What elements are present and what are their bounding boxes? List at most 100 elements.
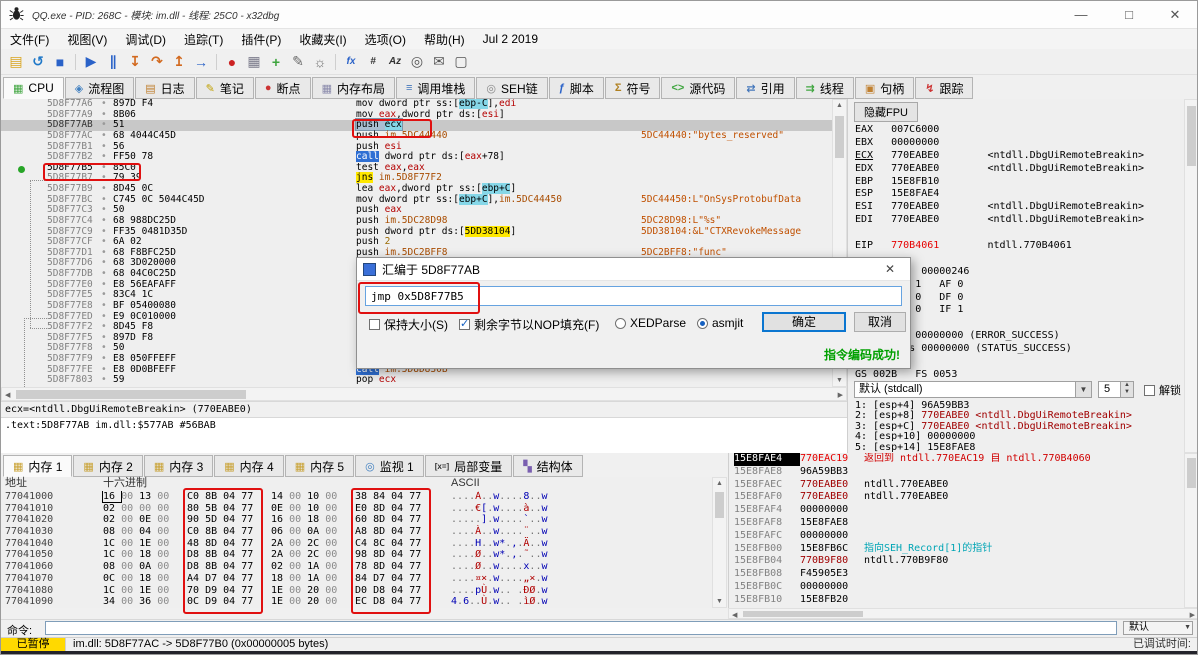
- tab-references[interactable]: ⇄ 引用: [736, 77, 795, 99]
- menu-item-5[interactable]: 收藏夹(I): [290, 29, 355, 50]
- tab-watch-1[interactable]: ◎ 监视 1: [355, 455, 424, 477]
- step-over-icon[interactable]: ↷: [146, 51, 168, 73]
- dump-row[interactable]: 77041060 08 00 0A 00 D8 8B 04 77 02 00 1A…: [1, 561, 712, 573]
- stack-row[interactable]: 15E8FB08 F45905E3: [729, 568, 1184, 581]
- dump-row[interactable]: 77041000 16 00 13 00 C0 8B 04 77 14 00 10…: [1, 491, 712, 503]
- stack-row[interactable]: 15E8FAF4 00000000: [729, 504, 1184, 517]
- tab-dump-5[interactable]: ▦ 内存 5: [284, 455, 355, 477]
- stack-row[interactable]: 15E8FB0C 00000000: [729, 581, 1184, 594]
- tab-dump-2[interactable]: ▦ 内存 2: [73, 455, 143, 477]
- run-to-cursor-icon[interactable]: →: [190, 51, 212, 73]
- register-line[interactable]: EBP 15E8FB10: [848, 176, 1184, 189]
- stack-row[interactable]: 15E8FB00 15E8FB6C 指向SEH_Record[1]的指针: [729, 543, 1184, 556]
- tab-handles[interactable]: ▣ 句柄: [854, 77, 915, 99]
- asmjit-radio[interactable]: asmjit: [697, 316, 743, 330]
- assemble-instruction-input[interactable]: [365, 286, 902, 306]
- dump-row[interactable]: 77041030 08 00 04 00 C0 8B 04 77 06 00 0A…: [1, 526, 712, 538]
- assemble-icon[interactable]: fx: [340, 51, 362, 73]
- menu-item-6[interactable]: 选项(O): [356, 29, 415, 50]
- dump-scrollbar[interactable]: ▲ ▼: [712, 477, 727, 608]
- run-icon[interactable]: ▶: [80, 51, 102, 73]
- register-line[interactable]: GS 002B FS 0053: [848, 369, 1184, 382]
- disasm-row[interactable]: 5D8F77A9 • 8B06 mov eax,dword ptr ds:[esi]: [1, 109, 832, 121]
- menu-item-7[interactable]: 帮助(H): [415, 29, 474, 50]
- nop-fill-checkbox[interactable]: 剩余字节以NOP填充(F): [459, 316, 599, 333]
- tab-source[interactable]: <> 源代码: [661, 77, 736, 99]
- ok-button[interactable]: 确定: [762, 312, 846, 332]
- tab-cpu[interactable]: ▦ CPU: [3, 77, 64, 99]
- maximize-button[interactable]: □: [1107, 1, 1151, 29]
- hide-fpu-button[interactable]: 隐藏FPU: [854, 102, 918, 122]
- register-line[interactable]: EDI 770EABE0 <ntdll.DbgUiRemoteBreakin>: [848, 214, 1184, 227]
- tab-call-stack[interactable]: ≡ 调用堆栈: [395, 77, 476, 99]
- stack-row[interactable]: 15E8FAE8 96A59BB3: [729, 466, 1184, 479]
- stack-row[interactable]: 15E8FAF0 770EABE0 ntdll.770EABE0: [729, 491, 1184, 504]
- register-line[interactable]: ESP 15E8FAE4: [848, 188, 1184, 201]
- memory-dump-view[interactable]: 77041000 16 00 13 00 C0 8B 04 77 14 00 10…: [1, 491, 712, 608]
- pause-icon[interactable]: ∥: [102, 51, 124, 73]
- tab-dump-4[interactable]: ▦ 内存 4: [214, 455, 284, 477]
- step-into-icon[interactable]: ↧: [124, 51, 146, 73]
- tab-trace[interactable]: ↯ 跟踪: [915, 77, 974, 99]
- tab-symbols[interactable]: Σ 符号: [604, 77, 661, 99]
- minimize-button[interactable]: —: [1059, 1, 1103, 29]
- hash-icon[interactable]: #: [362, 51, 384, 73]
- patch-icon[interactable]: +: [265, 51, 287, 73]
- xedparse-radio[interactable]: XEDParse: [615, 316, 686, 330]
- dialog-close-icon[interactable]: ✕: [876, 262, 904, 276]
- tab-locals[interactable]: [x=] 局部变量: [424, 455, 513, 477]
- snapshot-icon[interactable]: ▢: [450, 51, 472, 73]
- stack-row[interactable]: 15E8FB04 770B9F80 ntdll.770B9F80: [729, 555, 1184, 568]
- menu-item-8[interactable]: Jul 2 2019: [474, 30, 547, 48]
- stack-row[interactable]: 15E8FAF8 15E8FAE8: [729, 517, 1184, 530]
- memory-map-icon[interactable]: ▦: [243, 51, 265, 73]
- menu-item-0[interactable]: 文件(F): [1, 29, 58, 50]
- menu-item-2[interactable]: 调试(D): [116, 29, 175, 50]
- unlock-checkbox[interactable]: 解锁: [1144, 382, 1181, 398]
- cancel-button[interactable]: 取消: [854, 312, 906, 332]
- tab-struct[interactable]: ▚ 结构体: [513, 455, 583, 477]
- open-file-icon[interactable]: ▤: [5, 51, 27, 73]
- register-line[interactable]: EBX 00000000: [848, 137, 1184, 150]
- tab-memory-map[interactable]: ▦ 内存布局: [311, 77, 395, 99]
- register-line[interactable]: ECX 770EABE0 <ntdll.DbgUiRemoteBreakin>: [848, 150, 1184, 163]
- tab-script[interactable]: ƒ 脚本: [548, 77, 604, 99]
- menu-item-4[interactable]: 插件(P): [232, 29, 290, 50]
- font-icon[interactable]: Az: [384, 51, 406, 73]
- stack-argument-line[interactable]: 5: [esp+14] 15E8FAE8: [848, 442, 1184, 453]
- stack-row[interactable]: 15E8FAEC 770EABE0 ntdll.770EABE0: [729, 479, 1184, 492]
- command-profile-select[interactable]: 默认 ▼: [1123, 621, 1193, 635]
- stack-vertical-scrollbar[interactable]: [1184, 453, 1197, 608]
- menu-item-3[interactable]: 追踪(T): [175, 29, 232, 50]
- dump-row[interactable]: 77041040 1C 00 1E 00 48 8D 04 77 2A 00 2C…: [1, 538, 712, 550]
- stack-view[interactable]: 15E8FAE4 770EAC19 返回到 ntdll.770EAC19 自 ntd…: [728, 453, 1184, 608]
- breakpoint-icon[interactable]: ●: [221, 51, 243, 73]
- disasm-horizontal-scrollbar[interactable]: ◀ ▶: [1, 387, 847, 401]
- registers-scrollbar[interactable]: [1184, 99, 1197, 453]
- register-line[interactable]: EIP 770B4061 ntdll.770B4061: [848, 240, 1184, 253]
- dump-row[interactable]: 77041010 02 00 00 00 80 5B 04 77 0E 00 10…: [1, 503, 712, 515]
- register-line[interactable]: EDX 770EABE0 <ntdll.DbgUiRemoteBreakin>: [848, 163, 1184, 176]
- stack-row[interactable]: 15E8FB10 15E8FB20: [729, 594, 1184, 607]
- tab-threads[interactable]: ⇉ 线程: [795, 77, 854, 99]
- settings-icon[interactable]: ☼: [309, 51, 331, 73]
- restart-icon[interactable]: ↺: [27, 51, 49, 73]
- keep-size-checkbox[interactable]: 保持大小(S): [369, 316, 448, 333]
- dump-row[interactable]: 77041050 1C 00 18 00 D8 8B 04 77 2A 00 2C…: [1, 549, 712, 561]
- dump-row[interactable]: 77041020 02 00 0E 00 90 5D 04 77 16 00 18…: [1, 514, 712, 526]
- disasm-row[interactable]: 5D8F7803 • 59 pop ecx: [1, 374, 832, 386]
- tab-graph[interactable]: ◈ 流程图: [64, 77, 135, 99]
- tab-notes[interactable]: ✎ 笔记: [195, 77, 254, 99]
- argument-count-stepper[interactable]: 5 ▲ ▼: [1098, 381, 1134, 398]
- stack-row[interactable]: 15E8FAFC 00000000: [729, 530, 1184, 543]
- tab-dump-1[interactable]: ▦ 内存 1: [3, 455, 73, 477]
- dump-row[interactable]: 77041080 1C 00 1E 00 70 D9 04 77 1E 00 20…: [1, 585, 712, 597]
- dump-row[interactable]: 77041070 0C 00 18 00 A4 D7 04 77 18 00 1A…: [1, 573, 712, 585]
- tab-dump-3[interactable]: ▦ 内存 3: [143, 455, 214, 477]
- stop-icon[interactable]: ■: [49, 51, 71, 73]
- dump-row[interactable]: 77041090 34 00 36 00 0C D9 04 77 1E 00 20…: [1, 596, 712, 608]
- command-input[interactable]: [45, 621, 1117, 635]
- menu-item-1[interactable]: 视图(V): [58, 29, 116, 50]
- calling-convention-select[interactable]: 默认 (stdcall) ▼: [854, 381, 1092, 398]
- tab-seh[interactable]: ◎ SEH链: [476, 77, 548, 99]
